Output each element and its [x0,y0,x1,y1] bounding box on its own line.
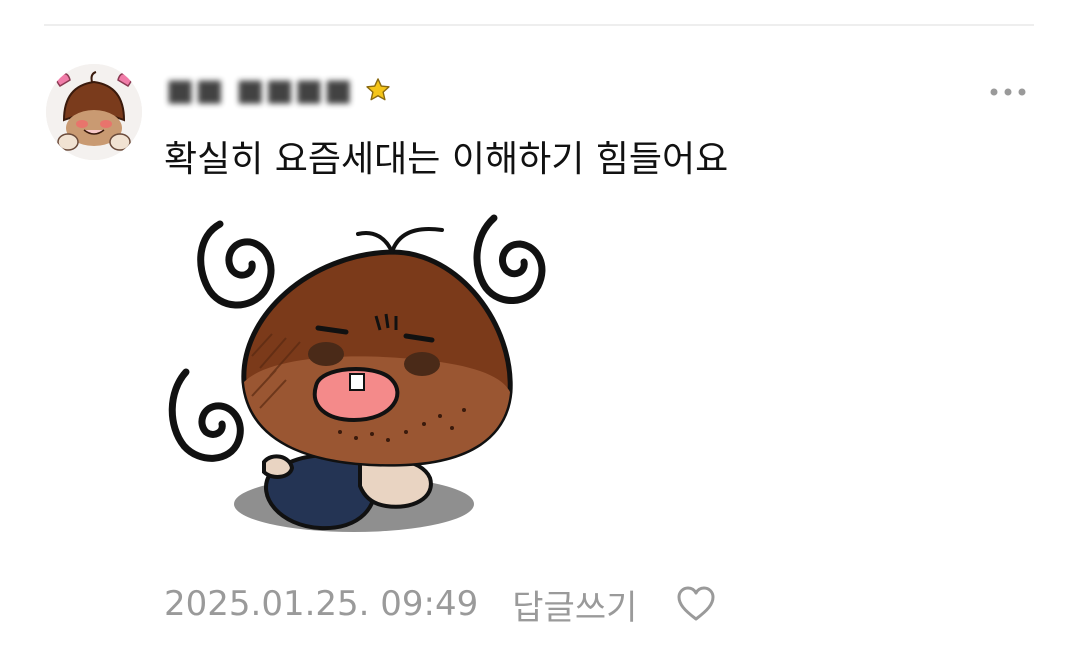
avatar-image [46,64,142,160]
reply-button[interactable]: 답글쓰기 [512,580,637,629]
like-button[interactable] [675,583,717,625]
avatar[interactable] [46,64,142,160]
top-divider [44,24,1034,26]
sticker-image [168,214,546,532]
author-nickname[interactable]: ■■ ■■■■ [166,73,354,108]
star-icon [364,76,392,104]
comment-text: 확실히 요즘세대는 이해하기 힘들어요 [164,139,729,180]
chestnut-sticker[interactable] [160,206,560,546]
more-options-icon [990,88,1026,96]
heart-outline-icon [677,586,715,621]
comment-timestamp: 2025.01.25. 09:49 [164,584,479,624]
comment-meta-row: 2025.01.25. 09:49 답글쓰기 [164,580,717,628]
author-row: ■■ ■■■■ [166,72,392,108]
more-options-button[interactable] [984,76,1032,108]
